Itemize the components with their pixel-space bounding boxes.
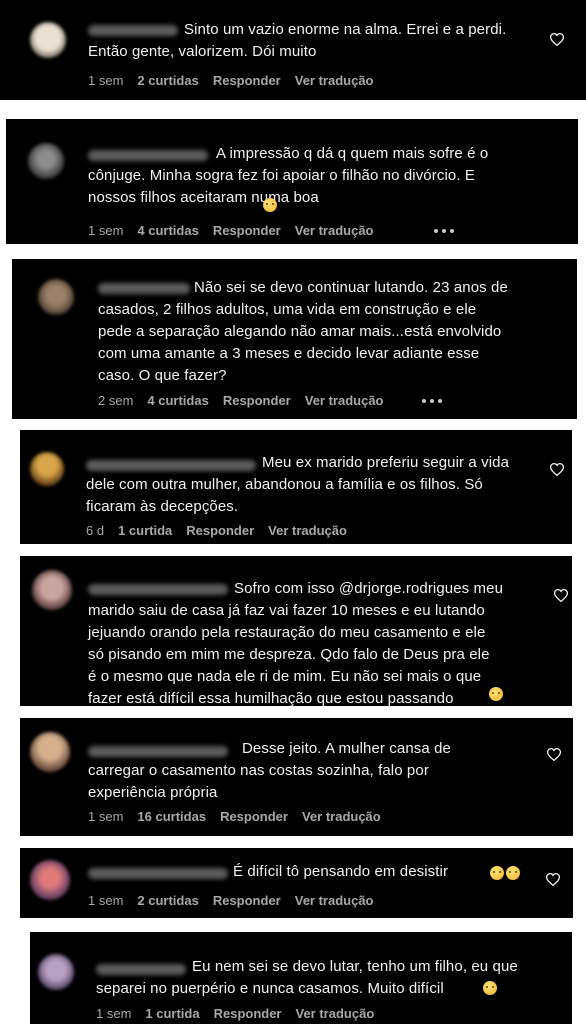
comment-meta: 1 sem 4 curtidas Responder Ver tradução	[88, 223, 374, 238]
avatar[interactable]	[30, 452, 64, 486]
see-translation-button[interactable]: Ver tradução	[295, 223, 374, 238]
comment-time: 1 sem	[88, 893, 124, 908]
avatar[interactable]	[30, 732, 70, 772]
comment-meta: 6 d 1 curtida Responder Ver tradução	[86, 523, 347, 538]
reply-button[interactable]: Responder	[213, 223, 281, 238]
heart-icon[interactable]	[554, 589, 568, 602]
reply-button[interactable]: Responder	[213, 73, 281, 88]
see-translation-button[interactable]: Ver tradução	[305, 393, 384, 408]
comment-text: A impressão q dá q quem mais sofre é o c…	[88, 145, 489, 206]
avatar[interactable]	[28, 143, 64, 179]
likes-count[interactable]: 2 curtidas	[137, 893, 198, 908]
likes-count[interactable]: 1 curtida	[118, 523, 172, 538]
comment-card: A impressão q dá q quem mais sofre é o c…	[6, 119, 578, 244]
heart-icon[interactable]	[546, 873, 560, 886]
avatar[interactable]	[38, 279, 74, 315]
comment-text: Eu nem sei se devo lutar, tenho um filho…	[96, 958, 518, 997]
sad-emoji-icon	[483, 981, 497, 995]
more-options-icon[interactable]	[434, 229, 456, 235]
more-options-icon[interactable]	[422, 399, 444, 405]
likes-count[interactable]: 4 curtidas	[147, 393, 208, 408]
reply-button[interactable]: Responder	[220, 809, 288, 824]
comment-card: Sofro com isso @drjorge.rodrigues meu ma…	[20, 556, 572, 707]
likes-count[interactable]: 2 curtidas	[137, 73, 198, 88]
comment-time: 1 sem	[88, 809, 124, 824]
comment-card: Meu ex marido preferiu seguir a vida del…	[20, 430, 572, 544]
comment-text: Desse jeito. A mulher cansa de carregar …	[88, 740, 451, 801]
crying-emoji-icon	[490, 866, 504, 880]
comment-time: 6 d	[86, 523, 105, 538]
reply-button[interactable]: Responder	[223, 393, 291, 408]
likes-count[interactable]: 1 curtida	[145, 1006, 199, 1021]
see-translation-button[interactable]: Ver tradução	[296, 1006, 375, 1021]
comment-time: 1 sem	[96, 1006, 132, 1021]
see-translation-button[interactable]: Ver tradução	[295, 73, 374, 88]
crying-emoji-icon	[506, 866, 520, 880]
avatar[interactable]	[38, 954, 74, 990]
comment-card: Não sei se devo continuar lutando. 23 an…	[12, 259, 577, 419]
comment-time: 2 sem	[98, 393, 134, 408]
crying-emoji-icon	[489, 687, 503, 701]
avatar[interactable]	[30, 22, 66, 58]
comment-card: Desse jeito. A mulher cansa de carregar …	[20, 718, 573, 836]
comment-card: É difícil tô pensando em desistir 1 sem …	[20, 848, 573, 918]
likes-count[interactable]: 16 curtidas	[137, 809, 206, 824]
heart-icon[interactable]	[550, 463, 564, 476]
comment-time: 1 sem	[88, 73, 124, 88]
see-translation-button[interactable]: Ver tradução	[268, 523, 347, 538]
see-translation-button[interactable]: Ver tradução	[295, 893, 374, 908]
comment-meta: 2 sem 4 curtidas Responder Ver tradução	[98, 393, 384, 408]
comment-meta: 1 sem 16 curtidas Responder Ver tradução	[88, 809, 381, 824]
comment-meta: 1 sem 2 curtidas Responder Ver tradução	[88, 73, 374, 88]
heart-icon[interactable]	[547, 748, 561, 761]
reply-button[interactable]: Responder	[214, 1006, 282, 1021]
comment-text: Não sei se devo continuar lutando. 23 an…	[98, 279, 508, 384]
reply-button[interactable]: Responder	[213, 893, 281, 908]
comment-text: Sinto um vazio enorme na alma. Errei e a…	[88, 21, 507, 60]
likes-count[interactable]: 4 curtidas	[137, 223, 198, 238]
comment-text: É difícil tô pensando em desistir	[233, 863, 449, 880]
reply-button[interactable]: Responder	[186, 523, 254, 538]
comment-text: Meu ex marido preferiu seguir a vida del…	[86, 454, 510, 515]
comment-card: Eu nem sei se devo lutar, tenho um filho…	[30, 932, 572, 1024]
see-translation-button[interactable]: Ver tradução	[302, 809, 381, 824]
comment-meta: 1 sem 2 curtidas Responder Ver tradução	[88, 893, 374, 908]
avatar[interactable]	[30, 860, 70, 900]
crying-emoji-icon	[263, 198, 277, 212]
avatar[interactable]	[32, 570, 72, 610]
comment-meta: 1 sem 1 curtida Responder Ver tradução	[96, 1006, 374, 1021]
comment-time: 1 sem	[88, 223, 124, 238]
heart-icon[interactable]	[550, 33, 564, 46]
comment-card: Sinto um vazio enorme na alma. Errei e a…	[0, 0, 586, 100]
